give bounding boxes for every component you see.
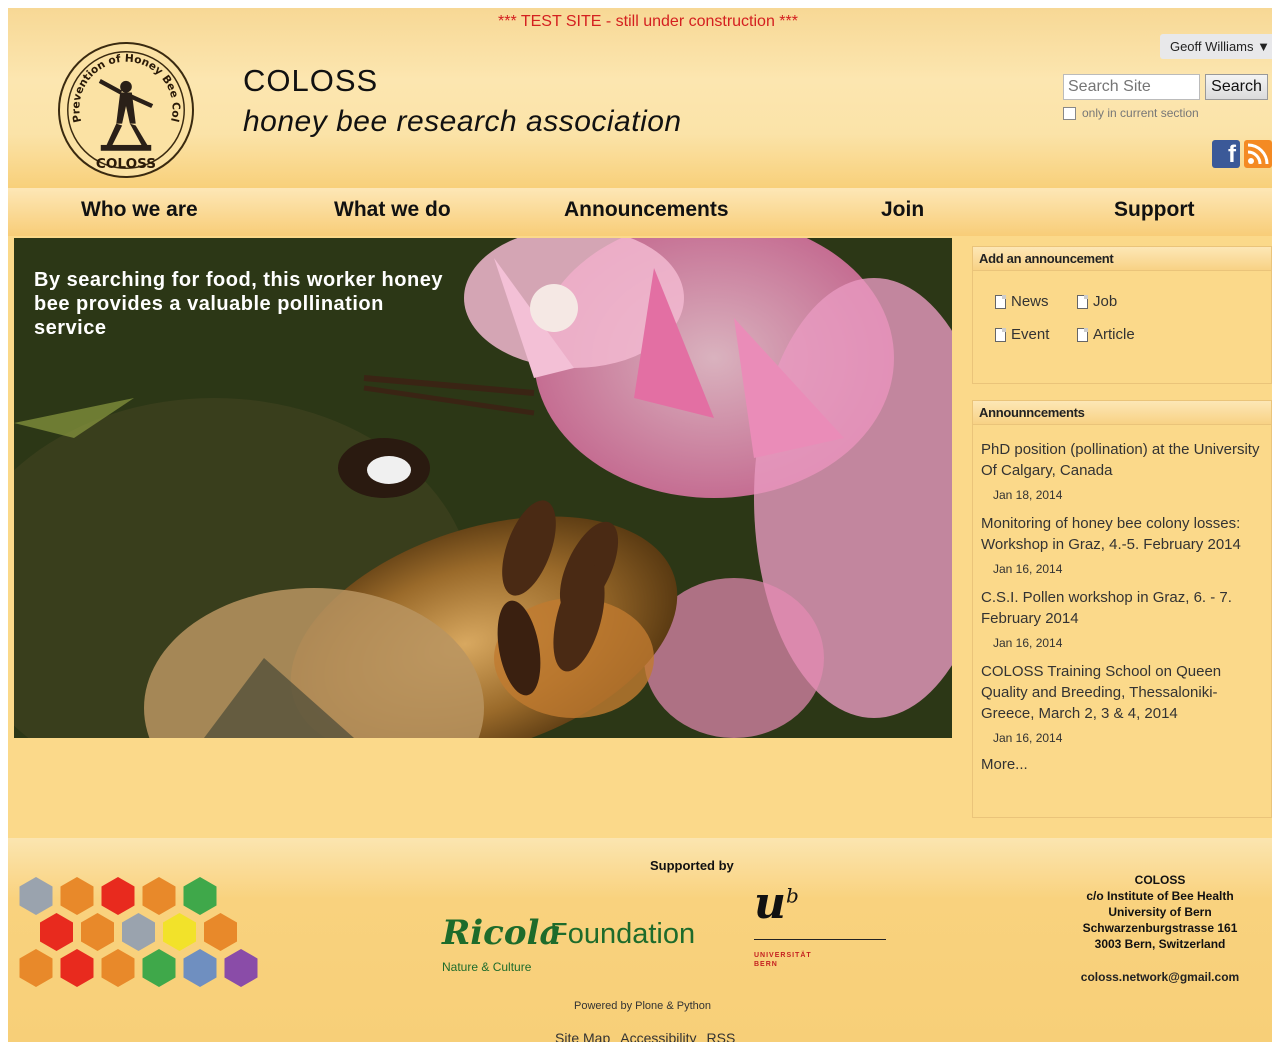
announcement-link[interactable]: COLOSS Training School on Queen Quality … <box>981 661 1263 724</box>
main-navigation: Who we are What we do Announcements Join… <box>8 188 1272 236</box>
footer-links: Site Map Accessibility RSS <box>555 1030 735 1042</box>
university-bern-text: UNIVERSITÄT BERN <box>754 951 812 969</box>
supported-by-label: Supported by <box>650 858 734 873</box>
add-article-label: Article <box>1093 326 1135 343</box>
hexagon-tile <box>60 949 94 987</box>
announcement-date: Jan 16, 2014 <box>993 562 1063 576</box>
hero-image: By searching for food, this worker honey… <box>14 238 952 738</box>
hexagon-tile <box>81 913 114 951</box>
powered-by: Powered by Plone & Python <box>574 1000 711 1012</box>
hexagon-tile <box>183 949 217 987</box>
add-article-link[interactable]: Article <box>1077 326 1157 343</box>
search-button[interactable]: Search <box>1205 74 1268 100</box>
announcements-portlet: Announncements PhD position (pollination… <box>972 400 1272 818</box>
announcement-item: C.S.I. Pollen workshop in Graz, 6. - 7. … <box>973 587 1271 650</box>
social-links: f <box>1212 140 1272 168</box>
accessibility-link[interactable]: Accessibility <box>620 1030 696 1042</box>
hexagon-tile <box>183 877 217 915</box>
ricola-foundation-text[interactable]: Foundation <box>550 918 695 951</box>
document-icon <box>1077 294 1088 309</box>
university-bern-logo[interactable]: ub <box>754 878 799 929</box>
site-footer: Supported by Ricola Foundation Nature & … <box>8 838 1272 1042</box>
hexagon-tile <box>101 877 135 915</box>
announcement-link[interactable]: Monitoring of honey bee colony losses: W… <box>981 513 1263 555</box>
only-current-section-checkbox[interactable] <box>1063 106 1076 120</box>
coloss-logo[interactable]: Prevention of Honey Bee Colony LOSSes CO… <box>55 34 194 178</box>
hexagon-tile <box>204 913 237 951</box>
user-menu[interactable]: Geoff Williams ▼ <box>1159 34 1272 59</box>
announcement-date: Jan 16, 2014 <box>993 731 1063 745</box>
address-line: COLOSS <box>1134 873 1186 887</box>
add-job-label: Job <box>1093 293 1118 310</box>
search-input[interactable] <box>1063 74 1200 100</box>
hexagon-tile <box>122 913 155 951</box>
hexagon-tile <box>163 913 196 951</box>
announcement-link[interactable]: PhD position (pollination) at the Univer… <box>981 439 1263 481</box>
announcements-list: PhD position (pollination) at the Univer… <box>973 425 1271 773</box>
hexagon-tile <box>19 949 53 987</box>
announcement-date: Jan 16, 2014 <box>993 636 1063 650</box>
hexagon-tile <box>40 913 73 951</box>
facebook-icon[interactable]: f <box>1212 140 1240 168</box>
document-icon <box>995 294 1006 309</box>
address-line: Schwarzenburgstrasse 161 <box>1082 921 1238 935</box>
add-announcement-header: Add an announcement <box>973 247 1271 271</box>
document-icon <box>995 327 1006 342</box>
announcement-item: COLOSS Training School on Queen Quality … <box>973 661 1271 745</box>
rss-link[interactable]: RSS <box>707 1030 736 1042</box>
site-title[interactable]: COLOSS <box>243 63 378 99</box>
address-line: 3003 Bern, Switzerland <box>1094 937 1226 951</box>
hexagon-tile <box>142 949 176 987</box>
logo-word: COLOSS <box>96 156 156 172</box>
site-header: *** TEST SITE - still under construction… <box>8 8 1272 188</box>
announcement-item: Monitoring of honey bee colony losses: W… <box>973 513 1271 576</box>
add-announcement-portlet: Add an announcement News Job Event Artic… <box>972 246 1272 384</box>
hexagon-tile <box>224 949 258 987</box>
announcement-date: Jan 18, 2014 <box>993 488 1063 502</box>
page: *** TEST SITE - still under construction… <box>8 8 1272 1042</box>
site-map-link[interactable]: Site Map <box>555 1030 610 1042</box>
announcement-link[interactable]: C.S.I. Pollen workshop in Graz, 6. - 7. … <box>981 587 1263 629</box>
document-icon <box>1077 327 1088 342</box>
hero-caption: By searching for food, this worker honey… <box>34 269 443 339</box>
address-line: University of Bern <box>1108 905 1212 919</box>
hexagon-tile <box>60 877 94 915</box>
ricola-logo-text[interactable]: Ricola <box>442 913 562 953</box>
add-announcement-options: News Job Event Article <box>995 293 1157 343</box>
nav-announcements[interactable]: Announcements <box>564 198 729 222</box>
only-current-section-label: only in current section <box>1082 106 1199 120</box>
university-bern-line1: UNIVERSITÄT <box>754 952 812 959</box>
more-announcements-link[interactable]: More... <box>973 756 1271 773</box>
announcement-item: PhD position (pollination) at the Univer… <box>973 439 1271 502</box>
test-site-banner: *** TEST SITE - still under construction… <box>498 13 798 30</box>
add-news-label: News <box>1011 293 1049 310</box>
site-subtitle: honey bee research association <box>243 105 682 138</box>
add-job-link[interactable]: Job <box>1077 293 1157 310</box>
address-line: c/o Institute of Bee Health <box>1086 889 1234 903</box>
hexagon-logo <box>19 877 258 987</box>
ricola-tagline: Nature & Culture <box>442 960 532 974</box>
hexagon-tile <box>19 877 53 915</box>
contact-email[interactable]: coloss.network@gmail.com <box>1068 970 1252 984</box>
rss-icon[interactable] <box>1244 140 1272 168</box>
only-current-section-option[interactable]: only in current section <box>1063 106 1199 120</box>
hexagon-tile <box>142 877 176 915</box>
hexagon-tile <box>101 949 135 987</box>
add-event-label: Event <box>1011 326 1050 343</box>
contact-address: COLOSS c/o Institute of Bee Health Unive… <box>1068 872 1252 952</box>
nav-join[interactable]: Join <box>881 198 924 222</box>
nav-who-we-are[interactable]: Who we are <box>81 198 198 222</box>
add-event-link[interactable]: Event <box>995 326 1077 343</box>
university-bern-line2: BERN <box>754 961 778 968</box>
coloss-logo-graphic: Prevention of Honey Bee Colony LOSSes CO… <box>55 34 185 172</box>
add-news-link[interactable]: News <box>995 293 1077 310</box>
university-bern-divider <box>754 939 886 940</box>
announcements-header: Announncements <box>973 401 1271 425</box>
nav-support[interactable]: Support <box>1114 198 1194 222</box>
nav-what-we-do[interactable]: What we do <box>334 198 451 222</box>
